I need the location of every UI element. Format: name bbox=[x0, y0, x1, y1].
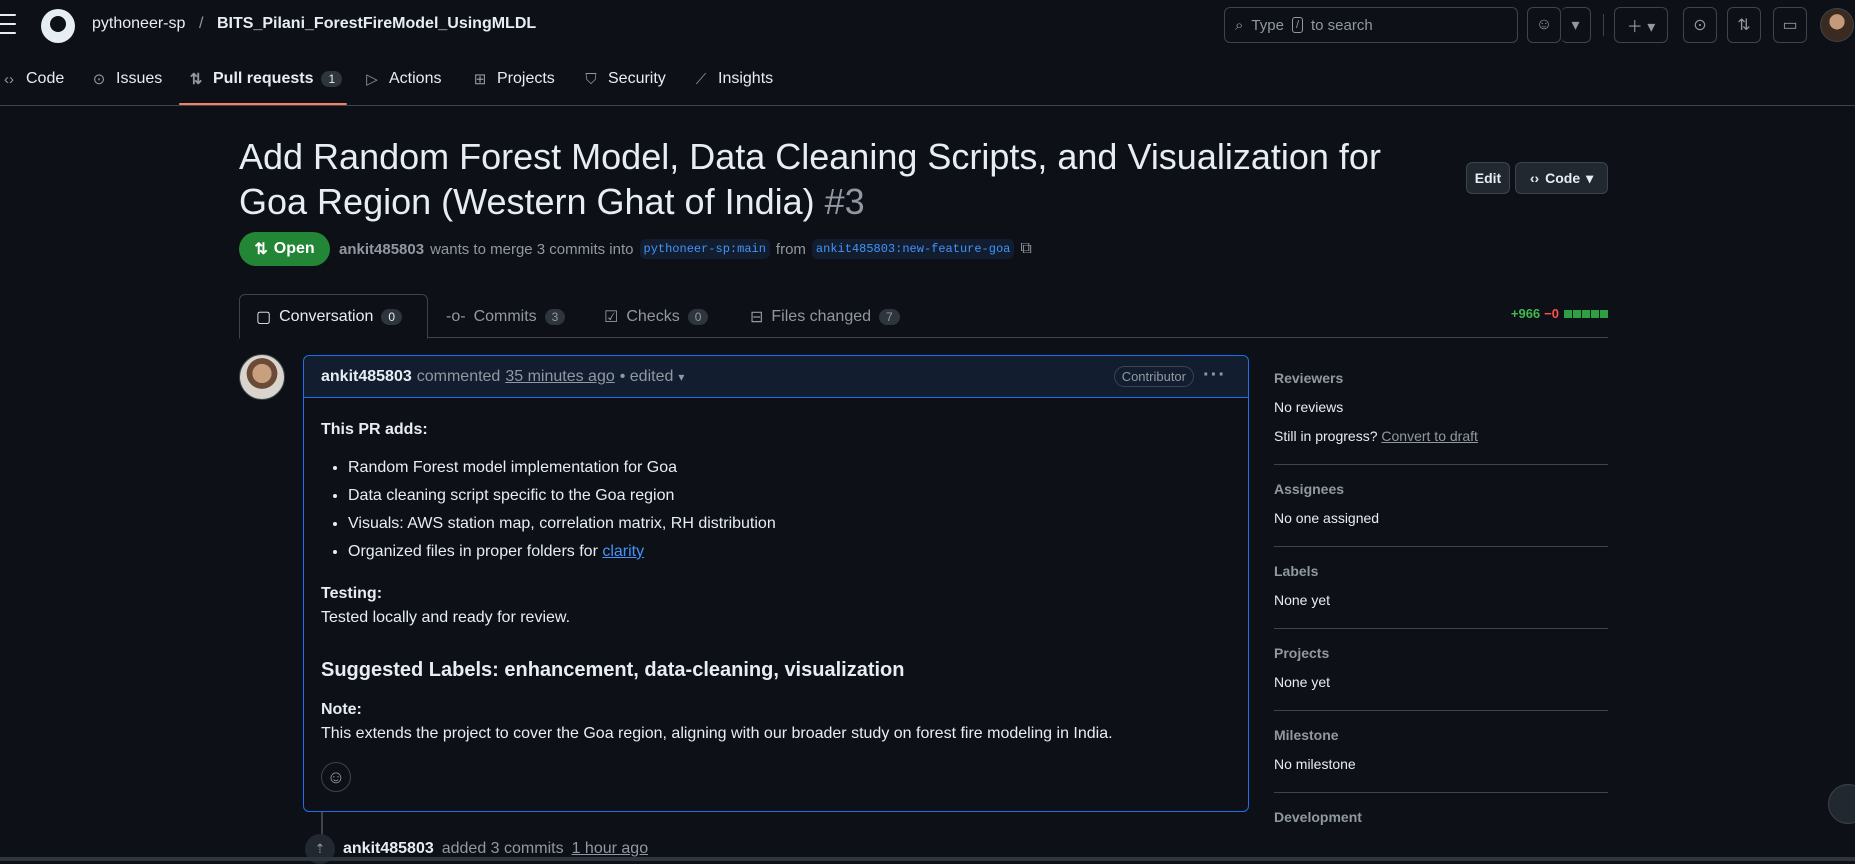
list-item: Random Forest model implementation for G… bbox=[348, 456, 1231, 480]
list-item: Visuals: AWS station map, correlation ma… bbox=[348, 512, 1231, 536]
tab-conversation[interactable]: ▢ Conversation 0 bbox=[239, 294, 428, 339]
head-branch[interactable]: ankit485803:new-feature-goa bbox=[811, 239, 1015, 259]
repo-nav: ‹› Code ⊙ Issues ⇅ Pull requests 1 ▷ Actions… bbox=[0, 50, 1855, 106]
sidebar-development: Development bbox=[1274, 809, 1362, 825]
note-label: Note: bbox=[321, 701, 362, 718]
search-icon: ⌕ bbox=[1235, 16, 1244, 34]
comment-header: ankit485803 commented 35 minutes ago • e… bbox=[304, 356, 1248, 398]
pull-request-icon: ⇅ bbox=[254, 241, 268, 258]
tab-files-changed[interactable]: ⊟ Files changed 7 bbox=[734, 294, 916, 339]
comment-intro: This PR adds: bbox=[321, 421, 428, 438]
graph-icon: ⟋ bbox=[695, 70, 707, 88]
labels-heading: Suggested Labels: enhancement, data-clea… bbox=[321, 659, 905, 681]
pr-title: Add Random Forest Model, Data Cleaning S… bbox=[239, 136, 1381, 222]
note-text: This extends the project to cover the Go… bbox=[321, 725, 1113, 742]
search-shortcut: / bbox=[1291, 17, 1303, 33]
comment-author[interactable]: ankit485803 bbox=[321, 368, 412, 386]
github-logo-icon[interactable] bbox=[41, 9, 75, 43]
sidebar-labels: Labels None yet bbox=[1274, 563, 1608, 629]
nav-projects[interactable]: ⊞ Projects bbox=[471, 64, 555, 94]
kebab-menu-icon[interactable]: ··· bbox=[1203, 364, 1226, 387]
hamburger-menu-icon[interactable] bbox=[0, 14, 16, 34]
sidebar-assignees: Assignees No one assigned bbox=[1274, 481, 1608, 547]
pr-sidebar: Reviewers No reviews Still in progress? … bbox=[1274, 370, 1608, 837]
pr-meta: ankit485803 wants to merge 3 commits int… bbox=[339, 239, 1032, 259]
testing-text: Tested locally and ready for review. bbox=[321, 609, 571, 626]
list-item: Organized files in proper folders for cl… bbox=[348, 540, 1231, 564]
contributor-badge: Contributor bbox=[1113, 366, 1194, 387]
top-bar: pythoneer-sp / BITS_Pilani_ForestFireMod… bbox=[0, 0, 1855, 50]
shield-icon: ⛉ bbox=[585, 70, 597, 88]
chevron-down-icon: ▾ bbox=[1586, 169, 1594, 186]
active-tab-underline bbox=[179, 103, 347, 105]
copy-icon[interactable]: ⧉ bbox=[1020, 240, 1031, 258]
deletions: −0 bbox=[1544, 306, 1559, 321]
breadcrumb-owner[interactable]: pythoneer-sp bbox=[92, 15, 185, 33]
commit-icon: -o- bbox=[446, 307, 466, 325]
edit-button[interactable]: Edit bbox=[1466, 162, 1510, 194]
tab-commits[interactable]: -o- Commits 3 bbox=[430, 294, 581, 339]
nav-code[interactable]: ‹› Code bbox=[0, 64, 64, 94]
event-time[interactable]: 1 hour ago bbox=[572, 840, 649, 858]
nav-security[interactable]: ⛉ Security bbox=[582, 64, 665, 94]
comment-body: This PR adds: Random Forest model implem… bbox=[304, 398, 1248, 766]
comment-time[interactable]: 35 minutes ago bbox=[505, 368, 614, 386]
issues-icon[interactable]: ⊙ bbox=[1683, 7, 1717, 43]
pr-author[interactable]: ankit485803 bbox=[339, 241, 424, 258]
table-icon: ⊞ bbox=[473, 71, 487, 88]
create-new-button[interactable]: ＋ ▾ bbox=[1614, 7, 1668, 43]
sidebar-milestone: Milestone No milestone bbox=[1274, 727, 1608, 793]
clarity-link[interactable]: clarity bbox=[602, 543, 644, 560]
nav-issues[interactable]: ⊙ Issues bbox=[90, 64, 163, 94]
list-item: Data cleaning script specific to the Goa… bbox=[348, 484, 1231, 508]
pull-requests-count: 1 bbox=[321, 71, 343, 87]
nav-pull-requests[interactable]: ⇅ Pull requests 1 bbox=[187, 64, 343, 94]
floating-assistant-icon[interactable] bbox=[1828, 784, 1855, 824]
diff-stat[interactable]: +966 −0 bbox=[1511, 306, 1608, 321]
copilot-icon[interactable]: ☺ bbox=[1527, 7, 1561, 43]
testing-label: Testing: bbox=[321, 585, 383, 602]
pr-tabs: ▢ Conversation 0 -o- Commits 3 ☑ Checks … bbox=[239, 294, 1608, 339]
checklist-icon: ☑ bbox=[604, 308, 619, 326]
nav-insights[interactable]: ⟋ Insights bbox=[692, 64, 773, 94]
pr-number: #3 bbox=[824, 181, 865, 222]
user-avatar[interactable] bbox=[1820, 8, 1854, 42]
pr-description-comment: ankit485803 commented 35 minutes ago • e… bbox=[303, 355, 1249, 812]
pull-request-icon: ⇅ bbox=[189, 71, 203, 88]
reviewers-heading[interactable]: Reviewers bbox=[1274, 370, 1608, 386]
play-icon: ▷ bbox=[366, 71, 378, 88]
comment-icon: ▢ bbox=[256, 308, 272, 326]
sidebar-projects: Projects None yet bbox=[1274, 645, 1608, 711]
divider bbox=[1603, 14, 1604, 36]
event-author[interactable]: ankit485803 bbox=[343, 840, 434, 858]
bottom-bar bbox=[0, 857, 1855, 861]
tab-checks[interactable]: ☑ Checks 0 bbox=[588, 294, 724, 339]
additions: +966 bbox=[1510, 306, 1541, 321]
pull-requests-icon[interactable]: ⇅ bbox=[1727, 7, 1761, 43]
code-icon: ‹› bbox=[4, 70, 14, 88]
code-button[interactable]: ‹› Code ▾ bbox=[1515, 162, 1608, 194]
inbox-icon[interactable]: ▭ bbox=[1773, 7, 1807, 43]
diff-bar bbox=[1563, 306, 1608, 321]
page-title: Add Random Forest Model, Data Cleaning S… bbox=[239, 134, 1439, 224]
nav-actions[interactable]: ▷ Actions bbox=[363, 64, 441, 94]
file-diff-icon: ⊟ bbox=[750, 308, 764, 326]
convert-to-draft-link[interactable]: Convert to draft bbox=[1381, 428, 1478, 444]
chevron-down-icon[interactable]: ▾ bbox=[678, 370, 684, 384]
status-badge: ⇅ Open bbox=[239, 232, 330, 266]
copilot-dropdown-icon[interactable]: ▾ bbox=[1561, 7, 1591, 43]
base-branch[interactable]: pythoneer-sp:main bbox=[639, 239, 770, 259]
breadcrumb-repo[interactable]: BITS_Pilani_ForestFireModel_UsingMLDL bbox=[217, 15, 536, 33]
issue-icon: ⊙ bbox=[92, 71, 106, 88]
breadcrumb-separator: / bbox=[199, 15, 204, 32]
change-list: Random Forest model implementation for G… bbox=[348, 456, 1231, 564]
comment-author-avatar[interactable] bbox=[239, 354, 285, 400]
search-input[interactable]: ⌕ Type / to search bbox=[1224, 7, 1518, 43]
edited-dropdown[interactable]: • edited bbox=[620, 368, 674, 386]
code-icon: ‹› bbox=[1529, 170, 1540, 186]
add-reaction-smiley-icon[interactable]: ☺ bbox=[321, 762, 351, 792]
sidebar-reviewers: Reviewers No reviews Still in progress? … bbox=[1274, 370, 1608, 465]
